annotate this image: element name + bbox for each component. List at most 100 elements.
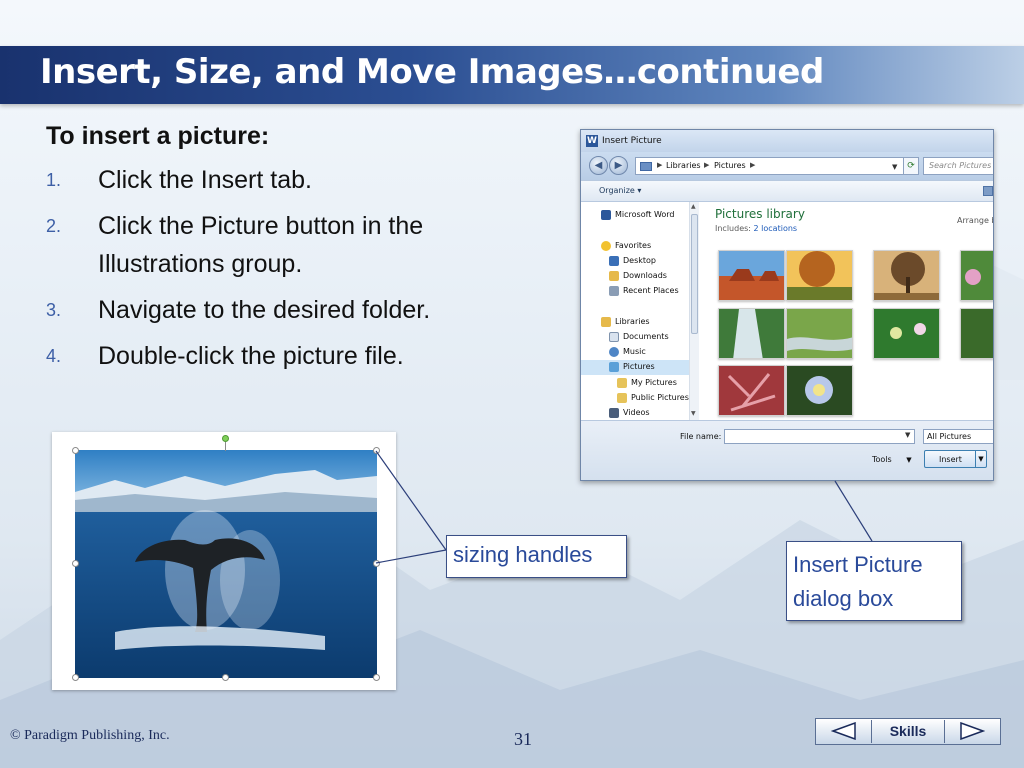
- word-icon: [601, 210, 611, 220]
- tools-menu[interactable]: Tools ▼: [872, 455, 912, 464]
- insert-picture-dialog: W Insert Picture ◀ ▶ ▶ Libraries ▶ Pictu…: [580, 129, 994, 481]
- previous-slide-button[interactable]: [817, 720, 872, 743]
- navigation-pane: Microsoft Word Favorites Desktop Downloa…: [581, 202, 699, 420]
- nav-item-documents[interactable]: Documents: [581, 330, 689, 345]
- dialog-bottom-bar: File name: ▼ All Pictures Tools ▼ Insert…: [581, 420, 993, 480]
- nav-item-downloads[interactable]: Downloads: [581, 269, 689, 284]
- step-text: Click the Insert tab.: [98, 166, 312, 194]
- file-name-input[interactable]: [724, 429, 915, 444]
- dialog-toolbar: Organize ▾: [581, 180, 993, 202]
- nav-scroll-thumb[interactable]: [691, 214, 698, 334]
- chevron-down-icon[interactable]: ▼: [691, 410, 696, 417]
- nav-item-videos[interactable]: Videos: [581, 406, 689, 421]
- chevron-down-icon[interactable]: ▼: [905, 431, 910, 439]
- view-options-icon[interactable]: [983, 186, 993, 196]
- chevron-up-icon[interactable]: ▲: [691, 203, 696, 210]
- nav-item-desktop[interactable]: Desktop: [581, 254, 689, 269]
- chevron-right-icon: ▶: [750, 161, 756, 169]
- picture-thumbnail[interactable]: [718, 250, 785, 301]
- library-title: Pictures library: [715, 207, 805, 221]
- folder-icon: [617, 393, 627, 403]
- instructions-heading: To insert a picture:: [46, 122, 270, 150]
- step-number: 1.: [46, 170, 62, 190]
- picture-thumbnail[interactable]: [960, 308, 993, 359]
- picture-thumbnail[interactable]: [718, 365, 785, 416]
- chevron-down-icon[interactable]: ▼: [975, 451, 986, 467]
- nav-item-libraries[interactable]: Libraries: [581, 315, 689, 330]
- whale-picture-frame: [52, 432, 396, 690]
- picture-thumbnail[interactable]: [873, 308, 940, 359]
- forward-icon[interactable]: ▶: [609, 156, 628, 175]
- nav-item-music[interactable]: Music: [581, 345, 689, 360]
- arrange-by-label[interactable]: Arrange b: [957, 216, 993, 225]
- skills-button[interactable]: Skills: [873, 720, 943, 743]
- sizing-handle-top-right[interactable]: [373, 447, 380, 454]
- green-flowers-thumbnail: [874, 309, 939, 358]
- file-name-label: File name:: [680, 432, 722, 441]
- nav-item-pictures[interactable]: Pictures: [581, 360, 689, 375]
- flower-thumbnail: [961, 251, 993, 300]
- sizing-handle-top-left[interactable]: [72, 447, 79, 454]
- picture-thumbnail[interactable]: [718, 308, 785, 359]
- callout-insert-picture-dialog: Insert Picture dialog box: [786, 541, 962, 621]
- stream-thumbnail: [787, 309, 852, 358]
- sizing-handle-bottom-right[interactable]: [373, 674, 380, 681]
- breadcrumb-libraries[interactable]: Libraries: [666, 161, 701, 170]
- sizing-handle-middle-left[interactable]: [72, 560, 79, 567]
- callout-sizing-handles: sizing handles: [446, 535, 627, 578]
- step-text: Double-click the picture file.: [98, 342, 404, 370]
- breadcrumb-pictures[interactable]: Pictures: [714, 161, 746, 170]
- libraries-icon: [601, 317, 611, 327]
- sizing-handle-bottom-center[interactable]: [222, 674, 229, 681]
- pictures-icon: [609, 362, 619, 372]
- search-input[interactable]: Search Pictures: [923, 157, 993, 175]
- slide-title: Insert, Size, and Move Images…continued: [40, 52, 824, 92]
- sizing-handle-bottom-left[interactable]: [72, 674, 79, 681]
- nav-item-microsoft-word[interactable]: Microsoft Word: [581, 208, 689, 223]
- step-number: 4.: [46, 346, 62, 366]
- back-icon[interactable]: ◀: [589, 156, 608, 175]
- address-bar[interactable]: ▶ Libraries ▶ Pictures ▶ ▼: [635, 157, 907, 175]
- downloads-icon: [609, 271, 619, 281]
- oak-tree-thumbnail: [874, 251, 939, 300]
- file-type-select[interactable]: All Pictures: [923, 429, 993, 444]
- nav-item-recent-places[interactable]: Recent Places: [581, 284, 689, 299]
- foliage-thumbnail: [961, 309, 993, 358]
- folder-icon: [617, 378, 627, 388]
- nav-item-my-pictures[interactable]: My Pictures: [581, 376, 689, 391]
- slide-navigation: Skills: [815, 718, 1001, 745]
- picture-thumbnail[interactable]: [786, 250, 853, 301]
- step-text: Navigate to the desired folder.: [98, 296, 431, 324]
- next-slide-button[interactable]: [944, 720, 999, 743]
- music-icon: [609, 347, 619, 357]
- arrow-right-icon: [960, 722, 985, 740]
- dialog-titlebar: W Insert Picture: [581, 130, 993, 152]
- step-4: 4. Double-click the picture file.: [46, 337, 546, 375]
- red-leaves-thumbnail: [719, 366, 784, 415]
- chevron-right-icon: ▶: [704, 161, 710, 169]
- picture-thumbnail[interactable]: [960, 250, 993, 301]
- library-includes: Includes: 2 locations: [715, 224, 798, 233]
- recent-places-icon: [609, 286, 619, 296]
- picture-thumbnail[interactable]: [786, 308, 853, 359]
- chevron-down-icon[interactable]: ▼: [892, 163, 897, 171]
- hydrangea-thumbnail: [787, 366, 852, 415]
- desert-thumbnail: [719, 251, 784, 300]
- rotation-handle[interactable]: [222, 435, 229, 442]
- documents-icon: [609, 332, 619, 342]
- refresh-icon[interactable]: ⟳: [903, 157, 919, 175]
- nav-item-public-pictures[interactable]: Public Pictures: [581, 391, 689, 406]
- picture-thumbnail[interactable]: [873, 250, 940, 301]
- whale-picture[interactable]: [75, 450, 377, 678]
- nav-item-favorites[interactable]: Favorites: [581, 239, 689, 254]
- insert-button[interactable]: Insert ▼: [924, 450, 987, 468]
- step-number: 3.: [46, 300, 62, 320]
- picture-thumbnail[interactable]: [786, 365, 853, 416]
- folder-icon: [640, 162, 652, 171]
- waterfall-thumbnail: [719, 309, 784, 358]
- title-bar: Insert, Size, and Move Images…continued: [0, 46, 1024, 104]
- sizing-handle-middle-right[interactable]: [373, 560, 380, 567]
- locations-link[interactable]: 2 locations: [754, 224, 798, 233]
- nav-scrollbar[interactable]: ▲ ▼: [689, 202, 699, 420]
- organize-button[interactable]: Organize ▾: [599, 186, 641, 195]
